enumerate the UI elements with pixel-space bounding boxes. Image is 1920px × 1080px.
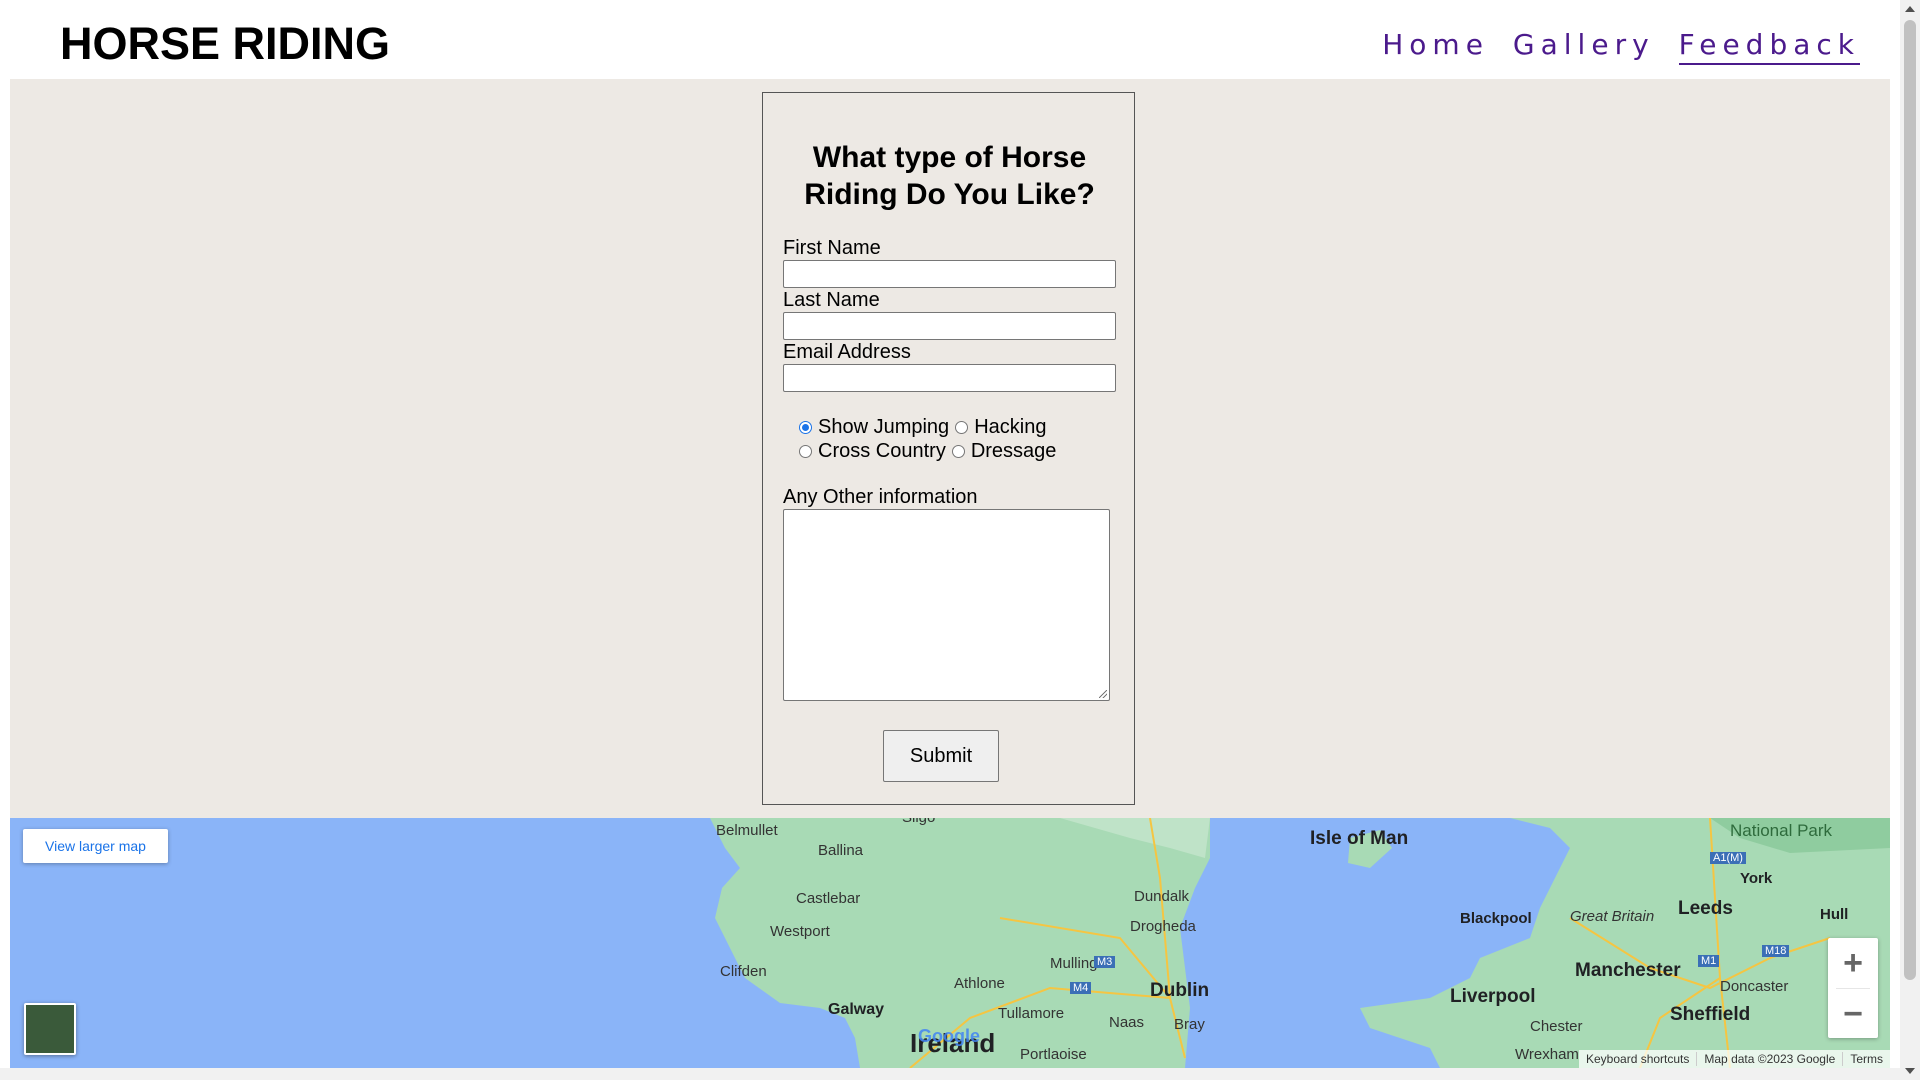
map-label-hull: Hull	[1820, 906, 1849, 923]
map-label-bray: Bray	[1174, 1016, 1205, 1033]
vertical-scrollbar[interactable]	[1900, 0, 1920, 1080]
map-label-tullamore: Tullamore	[998, 1005, 1065, 1022]
map-label-isle-of-man: Isle of Man	[1310, 828, 1409, 849]
last-name-label: Last Name	[783, 289, 880, 311]
email-input[interactable]	[783, 364, 1116, 392]
satellite-toggle[interactable]	[24, 1003, 76, 1055]
google-logo: Google	[918, 1026, 980, 1046]
map-label-sligo: Sligo	[902, 818, 935, 826]
map-label-m4: M4	[1070, 982, 1092, 994]
map-label-m18: M18	[1762, 945, 1790, 957]
view-larger-map-link[interactable]: View larger map	[23, 829, 168, 863]
map-label-ballina: Ballina	[818, 842, 864, 859]
last-name-input[interactable]	[783, 312, 1116, 340]
map-label-drogheda: Drogheda	[1130, 918, 1196, 935]
main-nav: Home Gallery Feedback	[1382, 28, 1860, 65]
scrollbar-thumb[interactable]	[1904, 20, 1916, 980]
radio-row-1: Show Jumping Hacking	[799, 416, 1052, 439]
map-label-m3: M3	[1094, 956, 1116, 968]
map-label-leeds: Leeds	[1678, 898, 1733, 919]
radio-row-2: Cross Country Dressage	[799, 440, 1062, 463]
map-label-doncaster: Doncaster	[1720, 978, 1789, 995]
radio-cross-country[interactable]	[799, 445, 812, 458]
map-label-york: York	[1740, 870, 1773, 887]
map-label-galway: Galway	[828, 1001, 885, 1018]
site-title: HORSE RIDING	[60, 18, 391, 69]
radio-show-jumping[interactable]	[799, 421, 812, 434]
map-label-national-park: National Park	[1730, 821, 1833, 840]
keyboard-shortcuts-link[interactable]: Keyboard shortcuts	[1579, 1052, 1696, 1066]
submit-button[interactable]: Submit	[883, 730, 999, 782]
map-label-clifden: Clifden	[720, 963, 767, 980]
embedded-map[interactable]: Belmullet Ballina Castlebar Westport Cli…	[10, 818, 1890, 1068]
radio-cross-country-label: Cross Country	[818, 440, 946, 462]
map-label-sheffield: Sheffield	[1670, 1004, 1751, 1025]
map-label-castlebar: Castlebar	[796, 890, 861, 907]
nav-gallery-link[interactable]: Gallery	[1513, 28, 1655, 65]
map-label-m1: M1	[1698, 955, 1720, 967]
map-attribution: Keyboard shortcuts Map data ©2023 Google…	[1579, 1050, 1890, 1068]
radio-show-jumping-label: Show Jumping	[818, 416, 950, 438]
scroll-down-icon[interactable]	[1905, 1068, 1915, 1074]
nav-home-link[interactable]: Home	[1382, 28, 1489, 65]
map-label-belmullet: Belmullet	[716, 822, 778, 839]
radio-hacking-label: Hacking	[974, 416, 1047, 438]
map-label-westport: Westport	[770, 923, 830, 940]
form-heading: What type of Horse Riding Do You Like?	[804, 141, 1095, 211]
email-label: Email Address	[783, 341, 911, 363]
map-label-portlaoise: Portlaoise	[1020, 1046, 1087, 1063]
other-info-label: Any Other information	[783, 486, 978, 508]
map-data-text: Map data ©2023 Google	[1696, 1052, 1842, 1066]
map-label-dublin: Dublin	[1150, 980, 1210, 1001]
radio-dressage[interactable]	[951, 445, 965, 458]
other-info-textarea[interactable]	[783, 509, 1110, 701]
map-label-a1m: A1(M)	[1710, 852, 1746, 864]
horizontal-scrollbar[interactable]	[0, 1068, 1900, 1080]
radio-dressage-label: Dressage	[970, 440, 1057, 462]
zoom-in-button[interactable]: +	[1828, 938, 1878, 988]
first-name-label: First Name	[783, 237, 881, 259]
map-label-blackpool: Blackpool	[1460, 910, 1532, 927]
map-label-chester: Chester	[1530, 1018, 1583, 1035]
site-header: HORSE RIDING Home Gallery Feedback	[0, 0, 1900, 79]
map-label-wrexham: Wrexham	[1515, 1046, 1579, 1063]
map-label-athlone: Athlone	[954, 975, 1005, 992]
terms-link[interactable]: Terms	[1842, 1052, 1890, 1066]
feedback-form: What type of Horse Riding Do You Like? F…	[762, 92, 1135, 805]
first-name-input[interactable]	[783, 260, 1116, 288]
main-content: What type of Horse Riding Do You Like? F…	[10, 79, 1890, 818]
great-britain-landmass	[1360, 818, 1890, 1068]
map-label-manchester: Manchester	[1575, 960, 1681, 981]
map-label-naas: Naas	[1109, 1014, 1145, 1031]
scroll-up-icon[interactable]	[1905, 6, 1915, 12]
map-label-dundalk: Dundalk	[1134, 888, 1190, 905]
map-label-great-britain: Great Britain	[1570, 908, 1655, 925]
map-label-liverpool: Liverpool	[1450, 986, 1536, 1007]
radio-hacking[interactable]	[955, 421, 969, 434]
zoom-controls: + −	[1828, 938, 1878, 1038]
nav-feedback-link[interactable]: Feedback	[1678, 28, 1860, 65]
zoom-out-button[interactable]: −	[1828, 989, 1878, 1039]
